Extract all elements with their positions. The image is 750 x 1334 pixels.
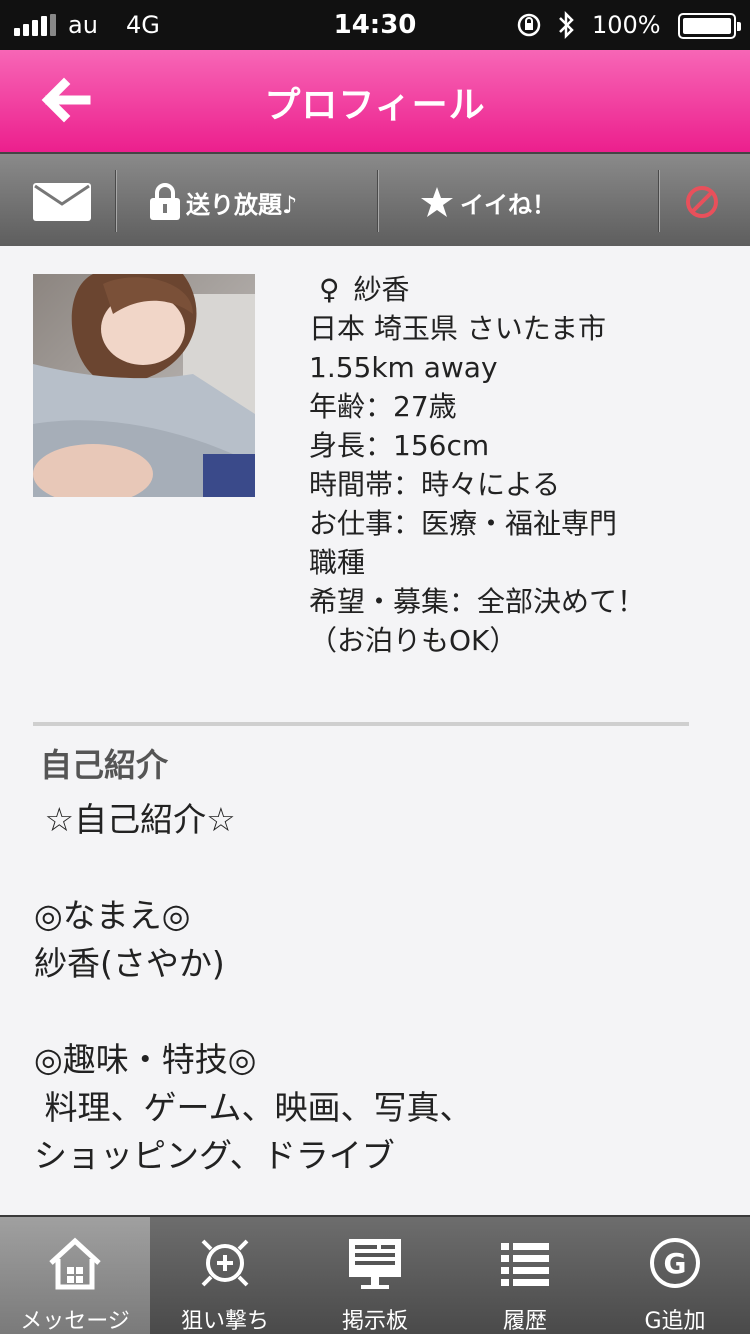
tab-message-label: メッセージ (20, 1309, 130, 1334)
battery-icon (678, 13, 741, 39)
mail-icon[interactable] (32, 182, 92, 222)
intro-body: ☆自己紹介☆ ◎なまえ◎ 紗香(さやか) ◎趣味・特技◎ 料理、ゲーム、映画、写… (34, 800, 473, 1175)
divider (658, 170, 660, 232)
battery-percent: 100% (592, 11, 661, 39)
tab-history[interactable]: 履歴 (450, 1217, 600, 1334)
job-line-2: 職種 (309, 546, 366, 579)
target-icon (201, 1239, 249, 1287)
tab-board[interactable]: 掲示板 (300, 1217, 450, 1334)
send-unlimited-label: 送り放題♪ (186, 190, 298, 219)
section-divider (33, 722, 689, 726)
gender-icon: ♀ (319, 273, 340, 306)
time-zone: 時間帯：時々による (309, 468, 561, 501)
wish-line-2: （お泊りもOK） (309, 624, 518, 657)
tab-board-label: 掲示板 (341, 1309, 408, 1334)
board-icon (349, 1239, 401, 1289)
divider (377, 170, 379, 232)
g-add-icon: G (650, 1238, 700, 1288)
tab-g-add-label: G追加 (644, 1309, 706, 1334)
send-unlimited-button[interactable]: 送り放題♪ (148, 180, 297, 224)
wish-line-1: 希望・募集：全部決めて！ (309, 585, 646, 618)
block-icon[interactable] (684, 184, 720, 220)
status-bar: au 4G 14:30 100% (0, 0, 750, 50)
tab-target-label: 狙い撃ち (180, 1309, 269, 1334)
star-icon (421, 187, 453, 217)
tab-message[interactable]: メッセージ (0, 1217, 150, 1334)
header: プロフィール (0, 50, 750, 152)
profile-photo[interactable] (33, 274, 255, 497)
profile-info: ♀ 紗香 日本 埼玉県 さいたま市 1.55km away 年齢：27歳 身長：1… (309, 270, 729, 660)
location: 日本 埼玉県 さいたま市 (309, 312, 606, 345)
tab-g-add[interactable]: G G追加 (600, 1217, 750, 1334)
name-line: ♀ 紗香 (309, 270, 729, 309)
height: 身長：156cm (309, 429, 490, 462)
action-bar: 送り放題♪ イイね！ (0, 152, 750, 246)
age: 年齢：27歳 (309, 390, 457, 423)
tab-bar: メッセージ 狙い撃ち 掲示板 履歴 G G追加 (0, 1215, 750, 1334)
like-label: イイね！ (460, 190, 556, 219)
tab-history-label: 履歴 (502, 1309, 547, 1334)
tab-target[interactable]: 狙い撃ち (150, 1217, 300, 1334)
divider (115, 170, 117, 232)
svg-text:G: G (664, 1247, 687, 1280)
profile-name: 紗香 (353, 273, 410, 306)
lock-icon (150, 183, 180, 220)
home-icon (49, 1237, 101, 1290)
like-button[interactable]: イイね！ (420, 180, 556, 224)
job-line-1: お仕事：医療・福祉専門 (309, 507, 618, 540)
distance: 1.55km away (309, 351, 498, 384)
list-icon (501, 1243, 549, 1286)
intro-title: 自己紹介 (40, 746, 169, 784)
rotation-lock-icon (517, 13, 541, 37)
bluetooth-icon (559, 10, 574, 40)
page-title: プロフィール (264, 85, 486, 126)
